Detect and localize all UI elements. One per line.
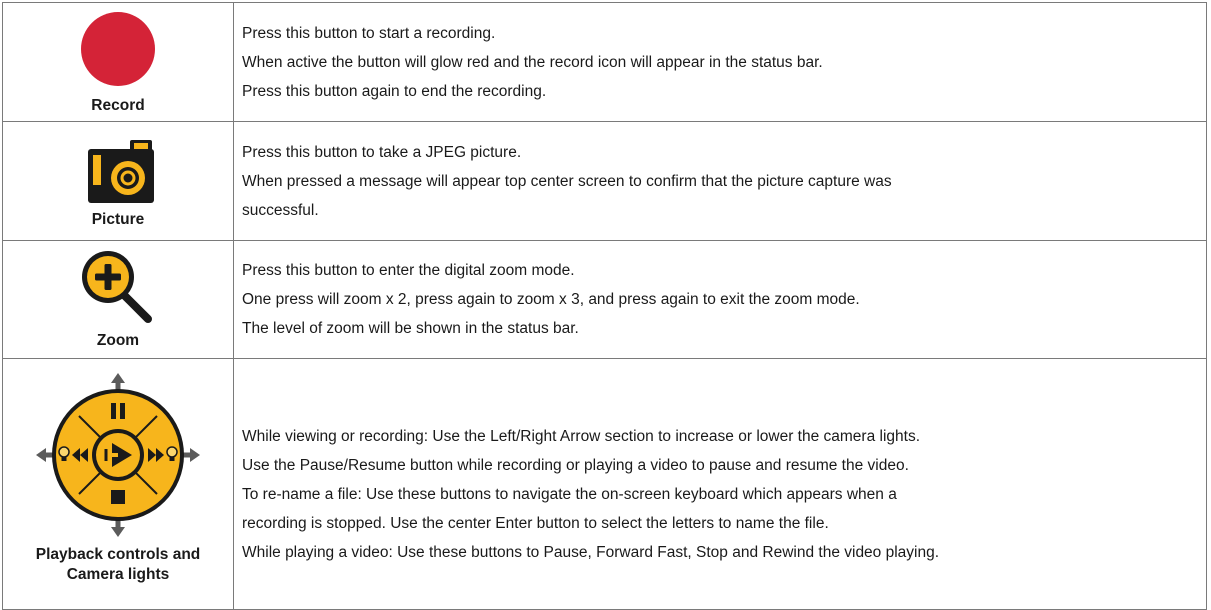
record-desc-line-2: When active the button will glow red and… — [242, 53, 823, 71]
playback-desc-line-5: While playing a video: Use these buttons… — [242, 543, 940, 561]
record-desc-line-3: Press this button again to end the recor… — [242, 82, 547, 100]
desc-cell-zoom: Press this button to enter the digital z… — [234, 241, 1206, 358]
controls-table: Record Press this button to start a reco… — [2, 2, 1207, 610]
picture-label: Picture — [91, 211, 145, 228]
table-row-zoom: Zoom Press this button to enter the digi… — [3, 241, 1206, 359]
desc-cell-record: Press this button to start a recording. … — [234, 3, 1206, 121]
table-row-playback: Playback controls and Camera lights Whil… — [3, 359, 1206, 609]
zoom-desc-line-3: The level of zoom will be shown in the s… — [242, 320, 579, 337]
playback-desc-line-2: Use the Pause/Resume button while record… — [242, 456, 909, 474]
playback-desc-line-4: recording is stopped. Use the center Ent… — [242, 514, 829, 532]
desc-cell-playback: While viewing or recording: Use the Left… — [234, 359, 1206, 609]
playback-desc-line-1: While viewing or recording: Use the Left… — [242, 427, 920, 445]
zoom-desc-line-2: One press will zoom x 2, press again to … — [242, 291, 860, 308]
camera-icon — [88, 140, 154, 203]
icon-cell-playback: Playback controls and Camera lights — [3, 359, 234, 609]
table-row-picture: Picture Press this button to take a JPEG… — [3, 122, 1206, 241]
stop-icon — [111, 490, 125, 504]
playback-controls-icon — [36, 373, 200, 537]
desc-cell-picture: Press this button to take a JPEG picture… — [234, 122, 1206, 240]
zoom-label: Zoom — [96, 332, 140, 349]
zoom-icon — [82, 251, 152, 323]
record-desc-line-1: Press this button to start a recording. — [242, 24, 496, 42]
record-label: Record — [91, 97, 145, 114]
zoom-desc-line-1: Press this button to enter the digital z… — [242, 262, 575, 279]
record-icon — [81, 12, 155, 86]
playback-label-line-2: Camera lights — [66, 566, 170, 583]
table-row-record: Record Press this button to start a reco… — [3, 3, 1206, 122]
picture-desc-line-3: successful. — [242, 201, 319, 219]
icon-cell-zoom: Zoom — [3, 241, 234, 358]
playback-label-line-1: Playback controls and — [35, 546, 201, 563]
icon-cell-record: Record — [3, 3, 234, 121]
playback-desc-line-3: To re-name a file: Use these buttons to … — [242, 485, 897, 503]
icon-cell-picture: Picture — [3, 122, 234, 240]
picture-desc-line-1: Press this button to take a JPEG picture… — [242, 143, 522, 161]
picture-desc-line-2: When pressed a message will appear top c… — [242, 172, 892, 190]
